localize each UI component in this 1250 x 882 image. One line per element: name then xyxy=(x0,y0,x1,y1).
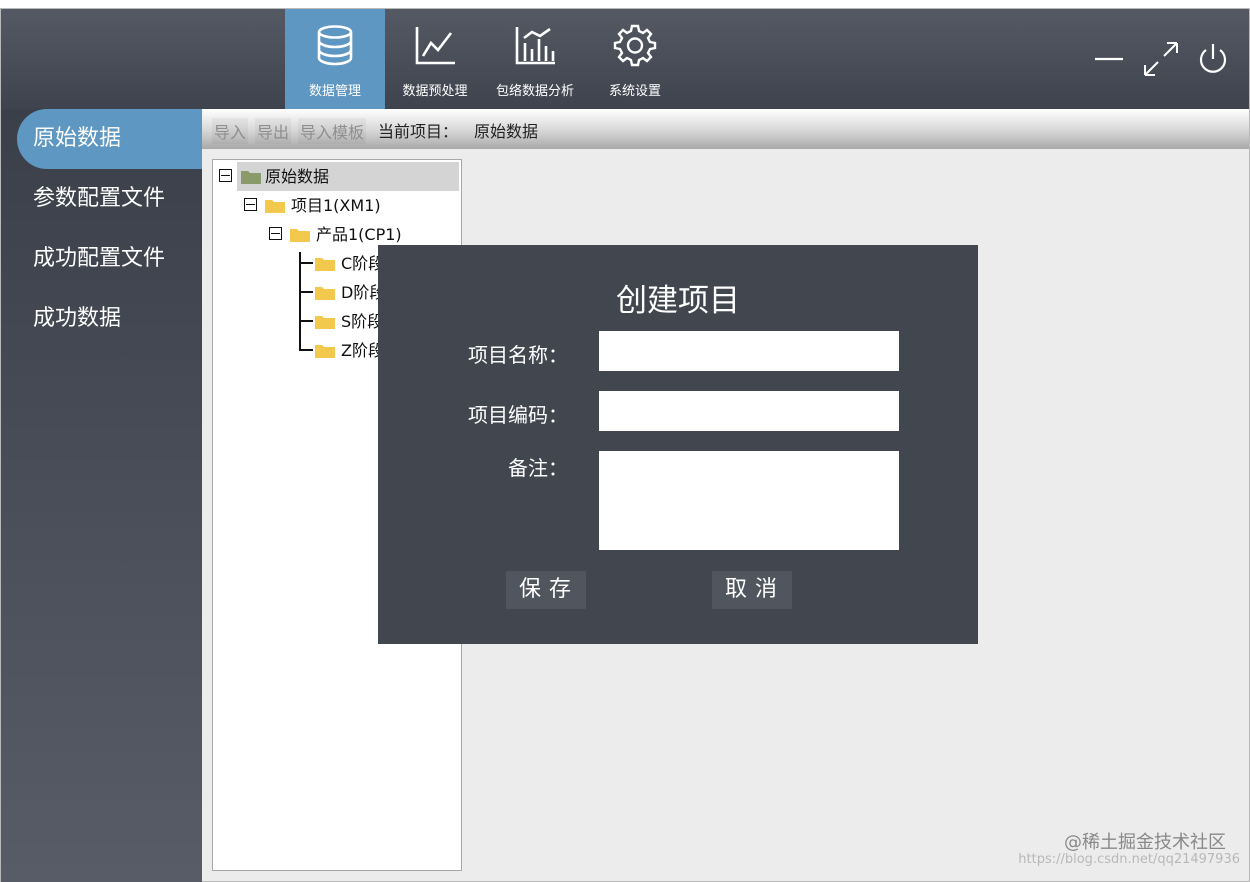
gear-icon xyxy=(613,24,657,67)
tree-connector xyxy=(299,252,301,350)
note-textarea[interactable] xyxy=(599,451,899,550)
import-button[interactable]: 导入 xyxy=(212,118,249,144)
collapse-toggle[interactable] xyxy=(269,227,282,240)
sidebar-item-success-data[interactable]: 成功数据 xyxy=(17,289,202,349)
sidebar-item-label: 原始数据 xyxy=(33,126,122,151)
bar-chart-icon xyxy=(515,27,555,65)
sidebar: 原始数据 参数配置文件 成功配置文件 成功数据 xyxy=(1,109,202,882)
tree-connector xyxy=(299,291,313,293)
nav-data-management[interactable]: 数据管理 xyxy=(285,9,385,109)
toolbar: 导入 导出 导入模板 当前项目： 原始数据 xyxy=(202,109,1249,149)
tree-node-label: S阶段 xyxy=(341,312,384,331)
nav-label: 系统设置 xyxy=(608,84,661,99)
watermark-url: https://blog.csdn.net/qq21497936 xyxy=(1018,852,1240,867)
collapse-toggle[interactable] xyxy=(219,169,232,182)
minimize-icon[interactable] xyxy=(1089,39,1129,79)
project-code-label: 项目编码： xyxy=(468,403,568,427)
project-code-input[interactable] xyxy=(599,391,899,431)
watermark: @稀土掘金技术社区 xyxy=(1064,832,1226,853)
tree-connector xyxy=(299,262,313,264)
tree-connector xyxy=(299,320,313,322)
project-name-input[interactable] xyxy=(599,331,899,371)
create-project-dialog: 创建项目 项目名称： 项目编码： 备注： 保存 取消 xyxy=(378,245,978,644)
folder-icon xyxy=(265,200,285,213)
sidebar-item-label: 参数配置文件 xyxy=(33,186,166,211)
folder-icon xyxy=(315,316,335,329)
power-icon[interactable] xyxy=(1193,39,1233,79)
line-chart-icon xyxy=(415,27,455,65)
collapse-toggle[interactable] xyxy=(244,198,257,211)
nav-label: 包络数据分析 xyxy=(495,84,574,99)
tree-node-root[interactable]: 原始数据 xyxy=(237,162,459,191)
save-button[interactable]: 保存 xyxy=(506,571,586,609)
sidebar-item-label: 成功数据 xyxy=(33,306,122,331)
app-window: 数据管理 数据预处理 包络数据分析 系统设置 原始数据 参数配置文件 成功配置文… xyxy=(0,8,1250,882)
project-name-label: 项目名称： xyxy=(468,343,568,367)
folder-icon xyxy=(290,229,310,242)
folder-icon xyxy=(241,171,261,184)
sidebar-item-raw-data[interactable]: 原始数据 xyxy=(17,109,202,169)
dialog-title: 创建项目 xyxy=(616,283,740,319)
folder-icon xyxy=(315,258,335,271)
tree-node-label: 项目1(XM1) xyxy=(291,196,381,215)
sidebar-item-param-config[interactable]: 参数配置文件 xyxy=(17,169,202,229)
sidebar-item-label: 成功配置文件 xyxy=(33,246,166,271)
tree-node-label: 原始数据 xyxy=(265,167,330,186)
export-button[interactable]: 导出 xyxy=(255,118,292,144)
top-nav-bar: 数据管理 数据预处理 包络数据分析 系统设置 xyxy=(1,9,1249,109)
current-project-value: 原始数据 xyxy=(474,122,539,141)
cancel-button[interactable]: 取消 xyxy=(712,571,792,609)
note-label: 备注： xyxy=(508,456,568,480)
nav-label: 数据管理 xyxy=(308,84,361,99)
nav-label: 数据预处理 xyxy=(402,84,468,99)
folder-icon xyxy=(315,345,335,358)
nav-envelope-analysis[interactable]: 包络数据分析 xyxy=(485,9,585,109)
nav-data-preprocessing[interactable]: 数据预处理 xyxy=(385,9,485,109)
import-template-button[interactable]: 导入模板 xyxy=(298,118,367,144)
sidebar-item-success-config[interactable]: 成功配置文件 xyxy=(17,229,202,289)
nav-system-settings[interactable]: 系统设置 xyxy=(585,9,685,109)
current-project-label: 当前项目： xyxy=(378,122,459,141)
folder-icon xyxy=(315,287,335,300)
tree-connector xyxy=(299,349,313,351)
maximize-icon[interactable] xyxy=(1141,39,1181,79)
database-icon xyxy=(317,25,353,66)
